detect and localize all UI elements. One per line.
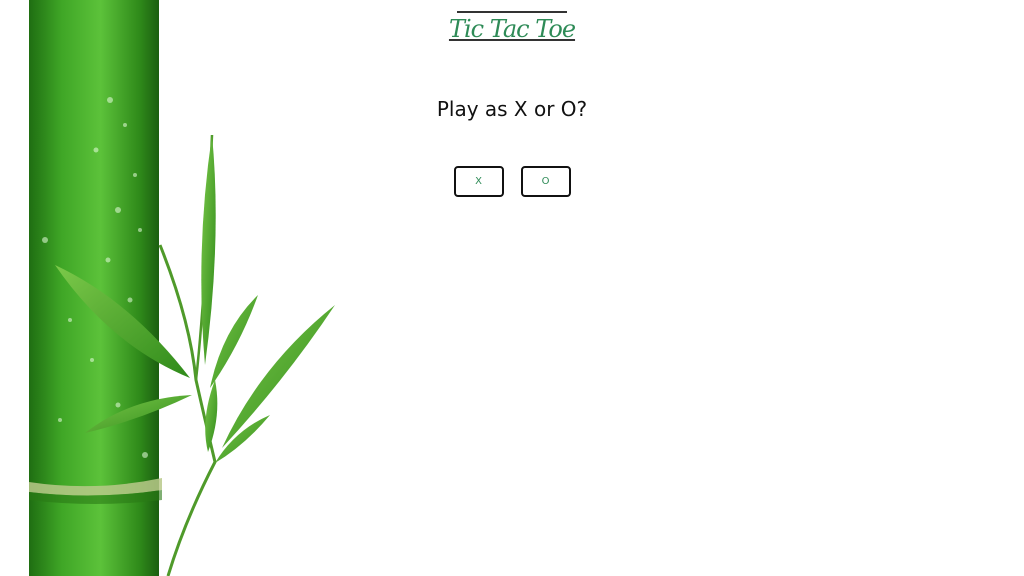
choose-side-prompt: Play as X or O? — [436, 97, 588, 121]
game-page: Tic Tac Toe Play as X or O? X O — [0, 0, 1024, 576]
header: Tic Tac Toe — [0, 0, 1024, 43]
play-as-o-button[interactable]: O — [520, 166, 571, 197]
page-title: Tic Tac Toe — [448, 15, 576, 43]
side-choice-group: X O — [0, 166, 1024, 197]
play-as-x-button[interactable]: X — [453, 166, 504, 197]
bamboo-image — [29, 0, 335, 576]
title-rule — [457, 11, 567, 13]
